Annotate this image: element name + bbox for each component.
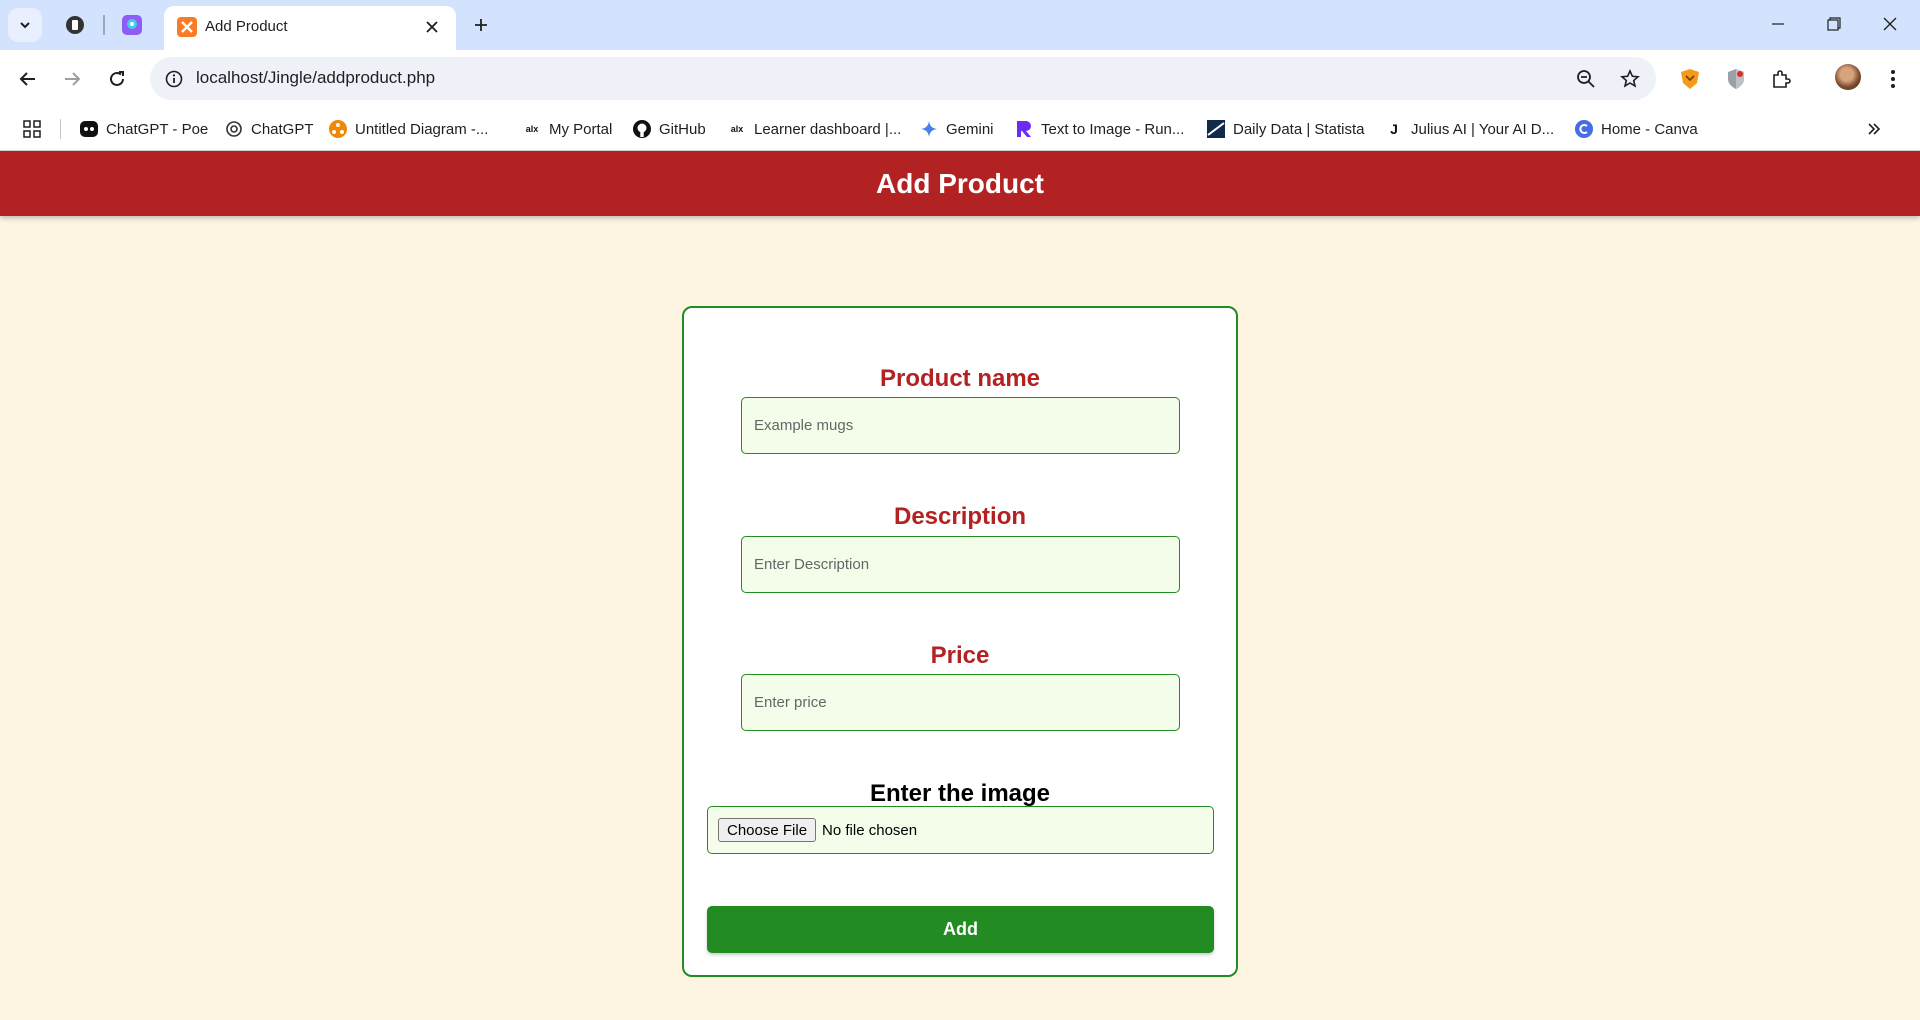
bookmark-untitled-diagram[interactable]: Untitled Diagram -...: [328, 117, 488, 141]
extensions-button[interactable]: [1765, 63, 1797, 95]
product-name-input[interactable]: [741, 397, 1180, 454]
address-bar[interactable]: localhost/Jingle/addproduct.php: [150, 57, 1656, 100]
bookmark-chatgpt[interactable]: ChatGPT: [224, 117, 314, 141]
bookmark-github[interactable]: GitHub: [632, 117, 706, 141]
bookmark-label: Text to Image - Run...: [1041, 120, 1185, 138]
gemini-icon: [919, 119, 939, 139]
description-input[interactable]: [741, 536, 1180, 593]
bookmark-label: GitHub: [659, 120, 706, 138]
bookmark-star-button[interactable]: [1617, 66, 1643, 92]
restore-icon: [1827, 17, 1841, 31]
active-tab[interactable]: Add Product: [164, 6, 456, 50]
bookmark-label: Untitled Diagram -...: [355, 120, 489, 138]
tab-separator: [103, 15, 105, 35]
bookmark-label: ChatGPT: [251, 120, 314, 138]
restore-button[interactable]: [1806, 6, 1862, 42]
zoom-button[interactable]: [1573, 66, 1599, 92]
apps-button[interactable]: [20, 117, 44, 141]
choose-file-button[interactable]: Choose File: [718, 818, 817, 842]
bookmark-label: Gemini: [946, 120, 994, 138]
zoom-out-icon: [1577, 70, 1595, 88]
close-icon: [426, 21, 438, 33]
bookmark-text-to-image[interactable]: Text to Image - Run...: [1014, 117, 1184, 141]
browser-menu-button[interactable]: [1877, 63, 1909, 95]
bookmark-label: My Portal: [549, 120, 613, 138]
url-text[interactable]: localhost/Jingle/addproduct.php: [196, 68, 435, 88]
page-title: Add Product: [876, 167, 1044, 199]
xampp-icon: [177, 17, 197, 37]
canva-icon: [1574, 119, 1594, 139]
github-icon: [632, 119, 652, 139]
more-bookmarks-button[interactable]: [1862, 117, 1886, 141]
more-vertical-icon: [1891, 70, 1895, 88]
back-button[interactable]: [11, 62, 45, 96]
shield-icon: [1728, 69, 1744, 89]
image-label: Enter the image: [869, 780, 1051, 807]
new-tab-button[interactable]: [466, 10, 496, 40]
pinned-tab-1[interactable]: [60, 10, 90, 40]
chevron-double-right-icon: [1868, 123, 1881, 135]
pinned-tab-2[interactable]: [117, 10, 147, 40]
bookmark-gemini[interactable]: Gemini: [919, 117, 994, 141]
pinned-site-icon: [66, 16, 84, 34]
minimize-button[interactable]: [1750, 6, 1806, 42]
statista-icon: [1206, 119, 1226, 139]
lion-shield-icon: [1681, 69, 1699, 89]
chevron-down-icon: [20, 22, 30, 29]
close-tab-button[interactable]: [420, 15, 444, 39]
bookmark-label: Daily Data | Statista: [1233, 120, 1365, 138]
close-icon: [1883, 17, 1897, 31]
bookmark-statista[interactable]: Daily Data | Statista: [1206, 117, 1364, 141]
price-input[interactable]: [741, 674, 1180, 731]
apps-grid-icon: [23, 120, 41, 138]
bookmark-label: Julius AI | Your AI D...: [1411, 120, 1555, 138]
arrow-right-icon: [65, 72, 81, 86]
forward-button[interactable]: [55, 62, 89, 96]
product-name-label: Product name: [879, 365, 1041, 392]
image-file-input[interactable]: Choose File No file chosen: [707, 806, 1214, 854]
star-icon: [1620, 69, 1640, 88]
extension-shield[interactable]: [1720, 63, 1752, 95]
bookmark-label: Learner dashboard |...: [754, 120, 902, 138]
bookmark-canva[interactable]: Home - Canva: [1574, 117, 1698, 141]
poe-icon: [79, 119, 99, 139]
profile-avatar[interactable]: [1835, 64, 1861, 90]
bookmarks-bar: ChatGPT - Poe ChatGPT Untitled Diagram -…: [0, 107, 1920, 151]
puzzle-icon: [1773, 70, 1791, 88]
alx-icon: alx: [730, 124, 744, 134]
bookmark-learner-dashboard[interactable]: alx Learner dashboard |...: [727, 117, 902, 141]
page-header: Add Product: [0, 151, 1920, 216]
close-window-button[interactable]: [1862, 6, 1918, 42]
reload-button[interactable]: [100, 62, 134, 96]
alx-icon: alx: [525, 124, 539, 134]
add-product-form: Product name Description Price Enter the…: [682, 306, 1238, 977]
extension-brave[interactable]: [1674, 63, 1706, 95]
drawio-icon: [328, 119, 348, 139]
add-button[interactable]: Add: [707, 906, 1214, 953]
openai-icon: [224, 119, 244, 139]
arrow-left-icon: [19, 72, 35, 86]
bookmark-julius-ai[interactable]: J Julius AI | Your AI D...: [1384, 117, 1554, 141]
pinned-app-icon: [122, 15, 142, 35]
reload-icon: [110, 71, 124, 86]
bookmark-label: Home - Canva: [1601, 120, 1698, 138]
site-info-icon[interactable]: [162, 67, 186, 91]
file-status-text: No file chosen: [822, 821, 918, 839]
bookmarks-separator: [60, 119, 61, 139]
tab-title: Add Product: [205, 18, 288, 35]
browser-toolbar: localhost/Jingle/addproduct.php: [0, 50, 1920, 107]
description-label: Description: [893, 503, 1027, 530]
julius-icon: J: [1390, 121, 1398, 137]
minimize-icon: [1772, 23, 1784, 25]
price-label: Price: [930, 642, 990, 669]
tab-strip: Add Product: [0, 0, 1920, 50]
bookmark-my-portal[interactable]: alx My Portal: [522, 117, 613, 141]
bookmark-chatgpt-poe[interactable]: ChatGPT - Poe: [79, 117, 208, 141]
runway-icon: [1014, 119, 1034, 139]
bookmark-label: ChatGPT - Poe: [106, 120, 209, 138]
plus-icon: [475, 19, 487, 31]
tab-search-button[interactable]: [8, 8, 42, 42]
